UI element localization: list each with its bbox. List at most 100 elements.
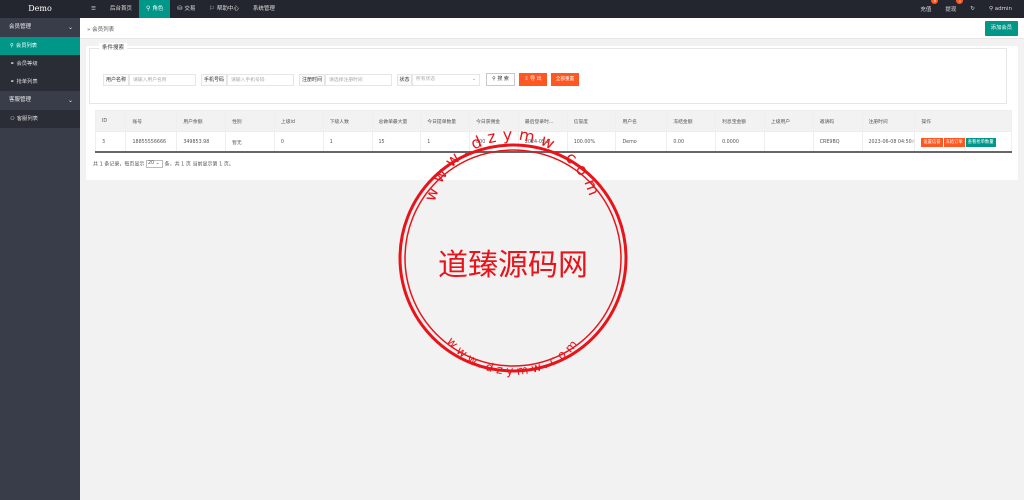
search-legend: 条件搜索: [99, 43, 128, 51]
pager-prefix: 共 1 条记录，每页显示: [93, 161, 145, 168]
add-member-button[interactable]: 添加会员: [984, 21, 1018, 36]
register-date-input[interactable]: [325, 74, 392, 86]
cell-actions: 设置信誉 冻结订单 查看抢单数量: [914, 131, 1012, 153]
chevron-down-icon: ⌄: [471, 77, 476, 82]
recharge-badge: 0: [931, 0, 939, 4]
coin-icon: ⛁: [177, 5, 183, 12]
nav-roles[interactable]: ⚲ 角色: [138, 0, 171, 18]
table-row: 3 18855556666 349853.98 暂无 0 1 15 1 800 …: [94, 131, 1012, 153]
sidebar-group-label: 客服管理: [9, 97, 32, 103]
th-max-orders[interactable]: 总做单最大量: [371, 110, 422, 132]
th-username[interactable]: 用户名: [615, 110, 668, 132]
link-icon: ⚭: [10, 61, 15, 67]
breadcrumb: » 会员列表: [87, 27, 115, 33]
top-right-nav: 充值 0 提现 1 ↻ ⚲ admin: [920, 0, 1012, 18]
cell-account: 18855556666: [125, 131, 178, 153]
cell-parent-id: 0: [273, 131, 324, 153]
sidebar-item-order-list[interactable]: ⚭ 抢单列表: [0, 73, 80, 91]
table-bottom-border: [95, 151, 1012, 153]
th-id[interactable]: ID: [94, 110, 127, 132]
sidebar-group-service[interactable]: 客服管理 ⌄: [0, 91, 80, 110]
cell-register-time: 2023-06-08 04:50:0: [861, 131, 916, 153]
cell-last-login: 2024-05-2...: [517, 131, 568, 153]
freeze-order-button[interactable]: 冻结订单: [943, 137, 965, 147]
recharge-link[interactable]: 充值 0: [920, 0, 939, 13]
cell-today-commission: 800: [469, 131, 519, 153]
th-gender[interactable]: 性别: [225, 110, 275, 132]
user-menu[interactable]: ⚲ admin: [989, 6, 1012, 12]
view-order-count-button[interactable]: 查看抢单数量: [965, 137, 996, 147]
search-button-label: 搜 索: [497, 76, 509, 82]
username-input[interactable]: [129, 74, 196, 86]
top-bar: Demo ☰ 后台首页 ⚲ 角色 ⛁ 交易 ⚐ 帮助中心 系统管理 充值 0 提现 1 ↻…: [0, 0, 1024, 18]
th-balance[interactable]: 用户余额: [176, 110, 227, 132]
export-button-label: 导 出: [530, 76, 542, 82]
th-credit[interactable]: 信誉度: [566, 110, 617, 132]
cell-balance: 349853.98: [176, 131, 227, 153]
recharge-label: 充值: [920, 7, 932, 13]
set-credit-button[interactable]: 设置信誉: [921, 137, 943, 147]
page-size-value: 20: [147, 161, 155, 166]
reset-all-button[interactable]: 全部重置: [551, 73, 579, 86]
sidebar-item-service-list[interactable]: ⚇ 客服列表: [0, 110, 80, 128]
username-label: 用户名称: [103, 74, 129, 86]
register-date-label: 注册时间: [299, 74, 325, 86]
link-icon: ⚭: [10, 79, 15, 85]
sidebar: 会员管理 ⌄ ⚲ 会员列表 ⚭ 会员等级 ⚭ 抢单列表 客服管理 ⌄ ⚇ 客服列表: [0, 18, 80, 500]
cell-interest: 0.0000: [715, 131, 765, 153]
th-register-time[interactable]: 注册时间: [861, 110, 916, 132]
sidebar-item-member-list[interactable]: ⚲ 会员列表: [0, 37, 80, 55]
nav-dashboard[interactable]: 后台首页: [103, 0, 139, 18]
nav-help[interactable]: ⚐ 帮助中心: [202, 0, 245, 18]
withdraw-link[interactable]: 提现 1: [945, 0, 964, 13]
status-select[interactable]: 所有状态 ⌄: [412, 74, 480, 86]
th-last-login[interactable]: 最后登录时...: [517, 110, 568, 132]
main-content: » 会员列表 添加会员 条件搜索 用户名称 手机号码 注册时间 状态 所有状态 ⌄…: [80, 18, 1024, 500]
flag-icon: ⚐: [209, 5, 215, 12]
nav-help-label: 帮助中心: [216, 6, 239, 12]
user-icon: ⚲: [145, 5, 151, 12]
sidebar-item-label: 会员列表: [15, 43, 38, 49]
cell-max-orders: 15: [371, 131, 422, 153]
cell-today-orders: 1: [420, 131, 471, 153]
phone-label: 手机号码: [201, 74, 227, 86]
nav-dashboard-label: 后台首页: [109, 6, 132, 12]
sidebar-group-label: 会员管理: [9, 24, 32, 30]
th-account[interactable]: 账号: [125, 110, 178, 132]
sidebar-item-label: 抢单列表: [16, 79, 38, 85]
th-actions: 操作: [914, 110, 1012, 132]
page-size-select[interactable]: 20 ⌄: [145, 160, 163, 168]
nav-system[interactable]: 系统管理: [246, 0, 282, 18]
th-parent-user[interactable]: 上级用户: [763, 110, 814, 132]
th-parent-id[interactable]: 上级id: [273, 110, 324, 132]
th-today-orders[interactable]: 今日提单数量: [420, 110, 471, 132]
menu-toggle-icon[interactable]: ☰: [84, 0, 103, 18]
status-label: 状态: [397, 74, 412, 86]
breadcrumb-current: 会员列表: [92, 27, 115, 33]
status-select-value: 所有状态: [416, 77, 436, 82]
cell-id: 3: [94, 131, 127, 153]
app-logo[interactable]: Demo: [0, 0, 80, 18]
refresh-icon[interactable]: ↻: [970, 6, 975, 12]
member-table: ID 账号 用户余额 性别 上级id 下级人数 总做单最大量 今日提单数量 今日…: [94, 110, 1012, 153]
th-frozen[interactable]: 冻结金额: [666, 110, 717, 132]
th-invite-code[interactable]: 邀请码: [812, 110, 863, 132]
th-subordinates[interactable]: 下级人数: [322, 110, 373, 132]
pagination: 共 1 条记录，每页显示 20 ⌄ 条，共 1 页 当前显示第 1 页。: [93, 160, 234, 169]
users-icon: ⚇: [10, 116, 15, 122]
nav-trade[interactable]: ⛁ 交易: [170, 0, 202, 18]
search-button[interactable]: ⚲ 搜 索: [486, 73, 515, 86]
cell-credit: 100.00%: [566, 131, 617, 153]
sidebar-item-member-levels[interactable]: ⚭ 会员等级: [0, 55, 80, 73]
th-interest[interactable]: 利息宝金额: [715, 110, 765, 132]
cell-username: Demo: [615, 131, 668, 153]
phone-input[interactable]: [227, 74, 294, 86]
sidebar-group-members[interactable]: 会员管理 ⌄: [0, 18, 80, 37]
export-button[interactable]: ⇩ 导 出: [519, 73, 547, 86]
user-name: admin: [994, 6, 1012, 12]
th-today-commission[interactable]: 今日获佣金: [469, 110, 519, 132]
table-header-row: ID 账号 用户余额 性别 上级id 下级人数 总做单最大量 今日提单数量 今日…: [94, 110, 1012, 132]
top-nav-menu: ☰ 后台首页 ⚲ 角色 ⛁ 交易 ⚐ 帮助中心 系统管理: [84, 0, 282, 18]
sidebar-item-label: 会员等级: [16, 61, 38, 67]
cell-invite-code: CRE9BQ: [812, 131, 863, 153]
